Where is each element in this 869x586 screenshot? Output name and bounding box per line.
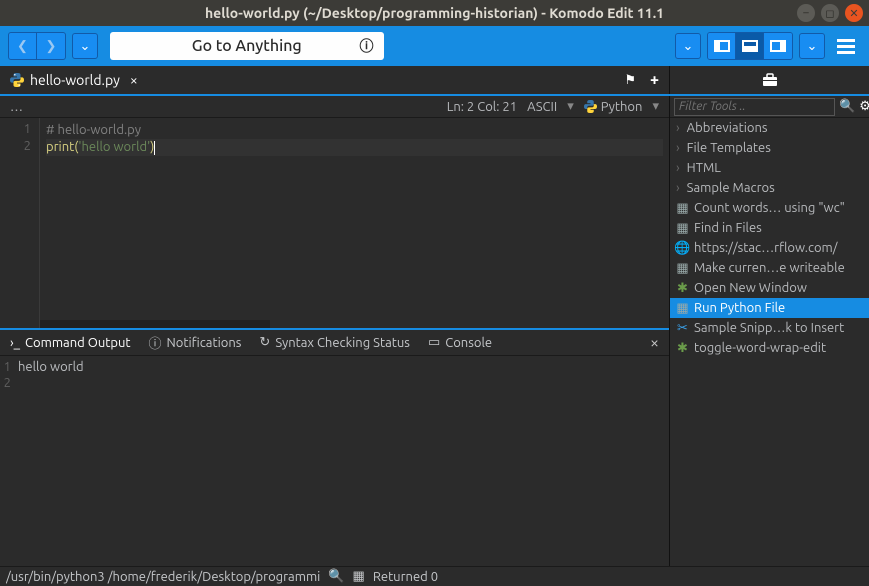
statusline: … Ln: 2 Col: 21 ASCII ▾ Python ▾ <box>0 96 669 118</box>
new-tab-button[interactable]: + <box>650 71 659 89</box>
encoding-label[interactable]: ASCII <box>527 100 557 114</box>
layout-left-icon <box>714 40 730 52</box>
grid-icon: ▦ <box>676 222 689 235</box>
language-selector[interactable]: Python <box>584 100 643 114</box>
toolbox-header[interactable] <box>669 66 869 94</box>
close-button[interactable]: ✕ <box>845 4 863 22</box>
output-gutter: 1 2 <box>0 356 14 566</box>
text-cursor <box>154 141 155 155</box>
layout-bottom-icon <box>742 40 758 52</box>
gear-icon: ✱ <box>676 342 689 355</box>
footer: /usr/bin/python3 /home/frederik/Desktop/… <box>0 566 869 586</box>
toolbox-item[interactable]: ▦Run Python File <box>670 298 869 318</box>
toolbox-item[interactable]: ▦Make curren…e writeable <box>670 258 869 278</box>
console-icon: ▭ <box>428 335 440 350</box>
grid-icon[interactable]: ▦ <box>353 569 365 584</box>
python-icon <box>584 100 597 113</box>
flag-icon[interactable]: ⚑ <box>624 73 636 88</box>
panel-close-button[interactable]: × <box>650 334 659 352</box>
toolbox-item[interactable]: ✂Sample Snipp…k to Insert <box>670 318 869 338</box>
layout-bottom-button[interactable] <box>736 33 764 59</box>
layout-left-button[interactable] <box>708 33 736 59</box>
breadcrumb-menu[interactable]: … <box>10 100 23 114</box>
toolbox-item[interactable]: ▦Find in Files <box>670 218 869 238</box>
toolbox-item[interactable]: ▦Count words… using "wc" <box>670 198 869 218</box>
window-title: hello-world.py (~/Desktop/programming-hi… <box>205 5 664 21</box>
footer-return-status: Returned 0 <box>373 570 438 584</box>
code-comment: # hello-world.py <box>46 123 141 137</box>
toolbox-panel: 🔍 ⚙ ▾ AbbreviationsFile TemplatesHTMLSam… <box>669 96 869 566</box>
terminal-icon: ›_ <box>10 336 20 350</box>
layout-right-button[interactable] <box>764 33 792 59</box>
code-function: print <box>46 140 74 154</box>
code-string: 'hello world' <box>78 140 150 154</box>
tabbar: hello-world.py × ⚑ + <box>0 66 869 96</box>
toolbox-folder[interactable]: Sample Macros <box>670 178 869 198</box>
output-text: hello world <box>14 356 88 566</box>
tab-syntax-checking[interactable]: ↻Syntax Checking Status <box>259 335 410 350</box>
hamburger-menu-button[interactable] <box>831 39 861 54</box>
nav-forward-button[interactable]: ❯ <box>37 33 65 59</box>
layout-right-icon <box>770 40 786 52</box>
minimap[interactable] <box>40 320 270 328</box>
tab-close-button[interactable]: × <box>130 72 138 88</box>
nav-back-button[interactable]: ❮ <box>9 33 37 59</box>
minimize-button[interactable]: – <box>797 4 815 22</box>
dropdown-caret-icon[interactable]: ▾ <box>652 99 659 114</box>
titlebar: hello-world.py (~/Desktop/programming-hi… <box>0 0 869 26</box>
toolbox-folder[interactable]: Abbreviations <box>670 118 869 138</box>
scissors-icon: ✂ <box>676 322 689 335</box>
toolbox-item[interactable]: ✱toggle-word-wrap-edit <box>670 338 869 358</box>
search-icon[interactable]: 🔍 <box>839 99 855 114</box>
info-icon: ⓘ <box>149 333 162 352</box>
dropdown-caret-icon[interactable]: ▾ <box>567 99 574 114</box>
tab-console[interactable]: ▭Console <box>428 335 492 350</box>
goto-info-icon: ⓘ <box>360 36 374 56</box>
grid-icon: ▦ <box>676 262 689 275</box>
nav-history-dropdown[interactable]: ⌄ <box>72 33 98 59</box>
gear-icon[interactable]: ⚙ <box>859 99 869 114</box>
footer-command-path: /usr/bin/python3 /home/frederik/Desktop/… <box>6 570 320 584</box>
gutter: 1 2 <box>0 118 40 328</box>
maximize-button[interactable]: ◻ <box>821 4 839 22</box>
tab-hello-world[interactable]: hello-world.py × <box>0 66 148 94</box>
toolbar: ❮ ❯ ⌄ Go to Anything ⓘ ⌄ ⌄ <box>0 26 869 66</box>
goto-anything-input[interactable]: Go to Anything ⓘ <box>110 32 384 60</box>
toolbox-folder[interactable]: HTML <box>670 158 869 178</box>
cursor-position: Ln: 2 Col: 21 <box>447 100 517 114</box>
tab-filename: hello-world.py <box>30 72 120 88</box>
toolbox-item[interactable]: ✱Open New Window <box>670 278 869 298</box>
toolbox-folder[interactable]: File Templates <box>670 138 869 158</box>
layout-dropdown[interactable]: ⌄ <box>799 33 825 59</box>
globe-icon: 🌐 <box>676 242 689 255</box>
python-icon <box>10 73 24 87</box>
filter-tools-input[interactable] <box>674 98 835 116</box>
view-dropdown[interactable]: ⌄ <box>675 33 701 59</box>
tab-command-output[interactable]: ›_Command Output <box>10 336 131 350</box>
tab-notifications[interactable]: ⓘNotifications <box>149 333 242 352</box>
gear-icon: ✱ <box>676 282 689 295</box>
language-label: Python <box>601 100 643 114</box>
grid-icon: ▦ <box>676 202 689 215</box>
goto-placeholder: Go to Anything <box>192 37 302 55</box>
search-icon[interactable]: 🔍 <box>328 569 344 584</box>
refresh-icon: ↻ <box>259 335 270 350</box>
command-output-panel[interactable]: 1 2 hello world <box>0 356 669 566</box>
bottom-tabbar: ›_Command Output ⓘNotifications ↻Syntax … <box>0 328 669 356</box>
code-editor[interactable]: 1 2 # hello-world.py print('hello world'… <box>0 118 669 328</box>
grid-icon: ▦ <box>676 302 689 315</box>
toolbox-item[interactable]: 🌐https://stac…rflow.com/ <box>670 238 869 258</box>
